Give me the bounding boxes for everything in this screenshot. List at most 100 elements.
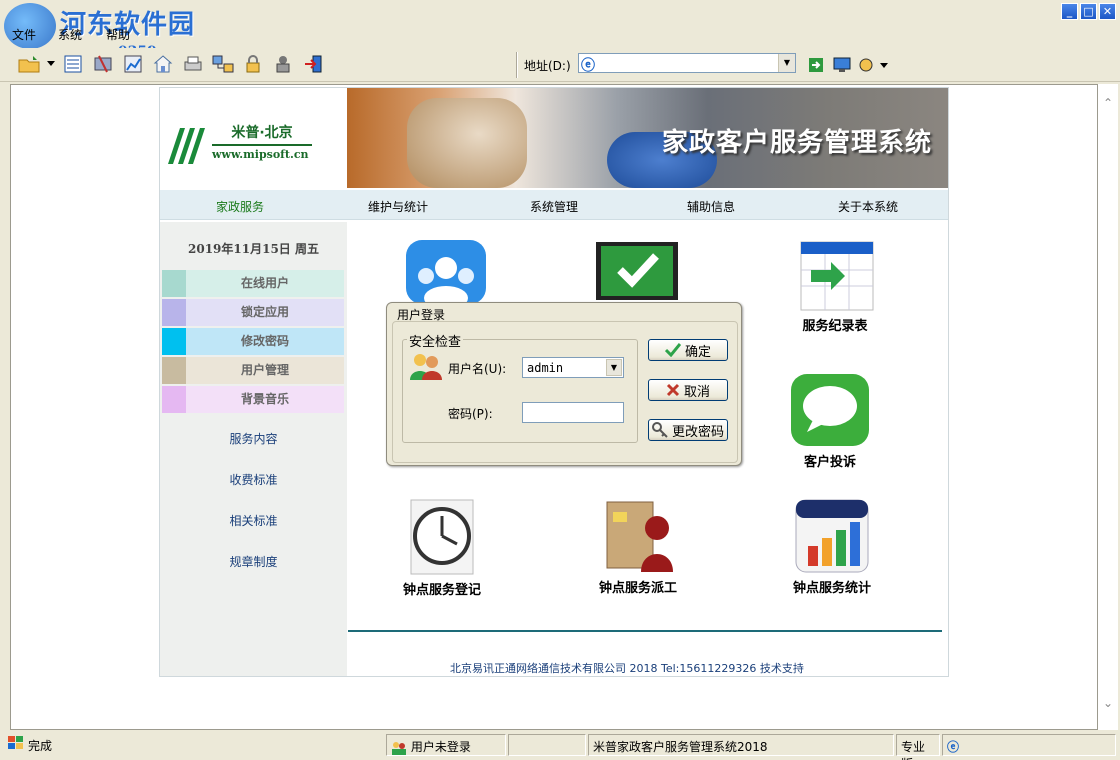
customers-icon bbox=[406, 240, 486, 310]
complaint-label: 客户投诉 bbox=[803, 455, 856, 470]
clock-icon bbox=[410, 499, 474, 575]
status-edition-panel: 专业版 bbox=[896, 734, 940, 760]
restore-button[interactable]: □ bbox=[1080, 3, 1097, 20]
monitor-icon[interactable] bbox=[833, 57, 851, 73]
bar-stats-icon bbox=[795, 499, 869, 573]
change-password-label: 更改密码 bbox=[671, 424, 724, 440]
key-icon bbox=[651, 422, 668, 438]
status-login-panel: 用户未登录 bbox=[386, 734, 506, 756]
service-record-block[interactable]: 服务纪录表 bbox=[780, 240, 890, 334]
menu-system[interactable]: 系统 bbox=[58, 26, 82, 43]
status-app-name-panel: 米普家政客户服务管理系统2018 bbox=[588, 734, 894, 756]
sidebar-item-label: 在线用户 bbox=[186, 270, 344, 297]
brand-name: 米普·北京 bbox=[212, 122, 312, 146]
status-empty-panel bbox=[508, 734, 586, 756]
sidebar-item-label: 修改密码 bbox=[186, 328, 344, 355]
ok-button[interactable]: 确定 bbox=[648, 339, 728, 361]
status-done: 完成 bbox=[28, 739, 53, 753]
banner-logo-area: 米普·北京 www.mipsoft.cn bbox=[160, 88, 347, 188]
security-check-title: 安全检查 bbox=[407, 331, 464, 350]
open-folder-icon[interactable] bbox=[16, 52, 42, 76]
banner-image: 家政客户服务管理系统 bbox=[347, 88, 948, 188]
status-bar: 完成 用户未登录 米普家政客户服务管理系统2018 专业版 ⓔ bbox=[0, 732, 1120, 760]
toolbar: 地址(D:) bbox=[0, 48, 1120, 82]
sidebar-item-band bbox=[162, 299, 186, 326]
windows-flag-icon bbox=[8, 736, 24, 753]
customer-icon-block[interactable] bbox=[404, 238, 488, 310]
vertical-scrollbar[interactable]: ⌃ ⌄ bbox=[1098, 84, 1118, 730]
home-icon[interactable] bbox=[150, 52, 176, 76]
sidebar-item-online-users[interactable]: 在线用户 bbox=[162, 270, 344, 297]
toolbar-separator bbox=[516, 52, 518, 78]
address-dropdown-button[interactable]: ▼ bbox=[778, 54, 795, 72]
password-field[interactable] bbox=[522, 402, 624, 423]
network-icon[interactable] bbox=[210, 52, 236, 76]
nav-item-about[interactable]: 关于本系统 bbox=[838, 198, 898, 215]
complaint-block[interactable]: 客户投诉 bbox=[782, 372, 878, 470]
nav-item-system[interactable]: 系统管理 bbox=[530, 198, 578, 215]
link-related-standard[interactable]: 相关标准 bbox=[160, 512, 347, 529]
scroll-down-icon[interactable]: ⌄ bbox=[1103, 696, 1113, 710]
chart-icon[interactable] bbox=[120, 52, 146, 76]
sidebar-item-user-management[interactable]: 用户管理 bbox=[162, 357, 344, 384]
scroll-up-icon[interactable]: ⌃ bbox=[1103, 96, 1113, 110]
close-button[interactable]: ✕ bbox=[1099, 3, 1116, 20]
list-icon[interactable] bbox=[60, 52, 86, 76]
username-value: admin bbox=[527, 361, 564, 375]
ie-icon: ⓔ bbox=[581, 58, 595, 74]
tools-icon[interactable] bbox=[90, 52, 116, 76]
username-select[interactable]: admin ▼ bbox=[522, 357, 624, 378]
menu-help[interactable]: 帮助 bbox=[106, 26, 130, 43]
link-regulations[interactable]: 规章制度 bbox=[160, 553, 347, 570]
banner-title: 家政客户服务管理系统 bbox=[661, 128, 932, 158]
nav-bar: 家政服务 维护与统计 系统管理 辅助信息 关于本系统 bbox=[160, 190, 948, 220]
address-input[interactable]: ⓔ ▼ bbox=[578, 53, 796, 74]
toolbar-icons bbox=[16, 52, 326, 76]
window-controls: _ □ ✕ bbox=[1061, 3, 1116, 20]
sidebar-item-band bbox=[162, 328, 186, 355]
address-label: 地址(D:) bbox=[524, 59, 571, 73]
service-check-icon-block[interactable] bbox=[594, 240, 680, 305]
link-service-content[interactable]: 服务内容 bbox=[160, 430, 347, 447]
checkmark-icon bbox=[664, 343, 681, 357]
cancel-button[interactable]: 取消 bbox=[648, 379, 728, 401]
sidebar-item-change-password[interactable]: 修改密码 bbox=[162, 328, 344, 355]
sidebar-item-band bbox=[162, 270, 186, 297]
username-dropdown-button[interactable]: ▼ bbox=[606, 359, 622, 376]
password-label: 密码(P): bbox=[448, 407, 493, 421]
hourly-dispatch-block[interactable]: 钟点服务派工 bbox=[588, 498, 688, 596]
ok-button-label: 确定 bbox=[684, 344, 711, 360]
dropdown-arrow-icon[interactable] bbox=[46, 52, 56, 76]
link-fee-standard[interactable]: 收费标准 bbox=[160, 471, 347, 488]
app-window: 河东软件园 www.pc0359.cn 文件 系统 帮助 _ □ ✕ 地址(D:… bbox=[0, 0, 1120, 760]
hourly-register-block[interactable]: 钟点服务登记 bbox=[392, 498, 492, 598]
sidebar-item-lock-app[interactable]: 锁定应用 bbox=[162, 299, 344, 326]
user-lock-icon[interactable] bbox=[270, 52, 296, 76]
current-date: 2019年11月15日 周五 bbox=[188, 242, 319, 256]
sidebar-item-label: 用户管理 bbox=[186, 357, 344, 384]
hourly-register-label: 钟点服务登记 bbox=[402, 583, 481, 598]
hourly-stats-block[interactable]: 钟点服务统计 bbox=[782, 498, 882, 596]
mipsoft-logo-icon bbox=[168, 128, 205, 164]
nav-item-maintenance[interactable]: 维护与统计 bbox=[368, 198, 428, 215]
settings-dropdown-icon[interactable] bbox=[858, 57, 888, 73]
sidebar-item-band bbox=[162, 386, 186, 413]
brand-url: www.mipsoft.cn bbox=[212, 148, 309, 161]
printer-icon[interactable] bbox=[180, 52, 206, 76]
sidebar-item-background-music[interactable]: 背景音乐 bbox=[162, 386, 344, 413]
sidebar: 2019年11月15日 周五 在线用户 锁定应用 修改密码 用户管理 背景音乐 bbox=[160, 222, 347, 676]
menu-file[interactable]: 文件 bbox=[12, 26, 36, 43]
go-arrow-icon[interactable] bbox=[808, 57, 824, 73]
change-password-button[interactable]: 更改密码 bbox=[648, 419, 728, 441]
lock-icon[interactable] bbox=[240, 52, 266, 76]
nav-item-aux-info[interactable]: 辅助信息 bbox=[687, 198, 735, 215]
footer-divider bbox=[348, 630, 942, 632]
ie-zone-icon: ⓔ bbox=[947, 740, 960, 754]
calendar-sheet-icon bbox=[800, 241, 874, 311]
exit-icon[interactable] bbox=[300, 52, 326, 76]
minimize-button[interactable]: _ bbox=[1061, 3, 1078, 20]
status-app-name: 米普家政客户服务管理系统2018 bbox=[593, 740, 768, 754]
hourly-stats-label: 钟点服务统计 bbox=[792, 581, 871, 596]
speech-bubble-icon bbox=[791, 374, 869, 446]
nav-item-home-service[interactable]: 家政服务 bbox=[216, 198, 264, 215]
